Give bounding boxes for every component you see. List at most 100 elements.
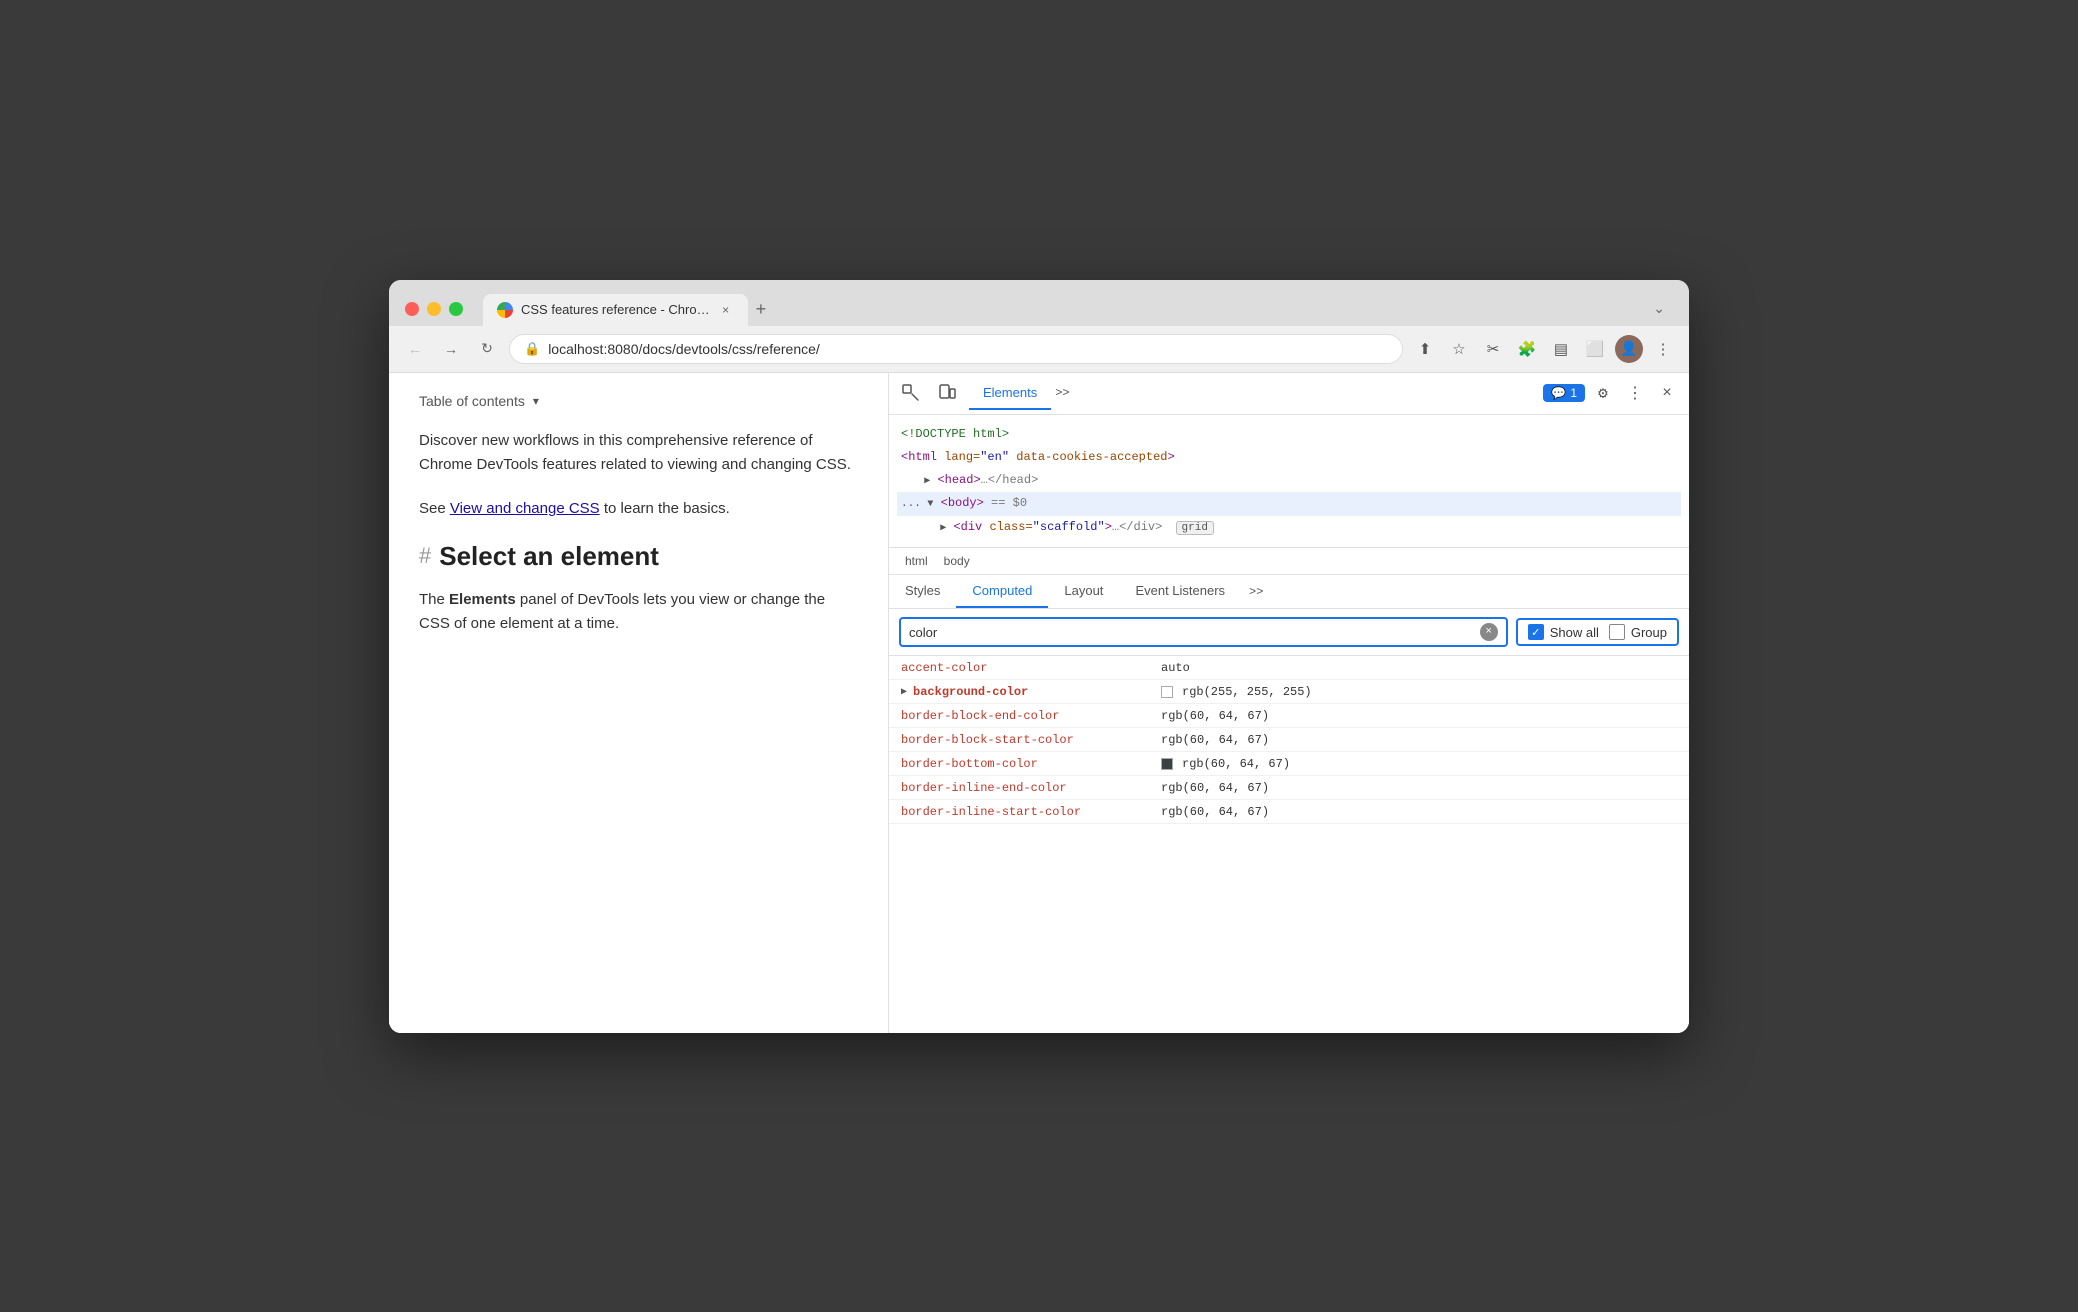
- show-all-checkbox[interactable]: ✓ Show all: [1528, 624, 1599, 640]
- dom-head[interactable]: ▶ <head>…</head>: [897, 469, 1681, 492]
- filter-options: ✓ Show all Group: [1516, 618, 1679, 646]
- doctype-text: <!DOCTYPE html>: [901, 427, 1009, 441]
- computed-panel: Styles Computed Layout Event Listeners >…: [889, 575, 1689, 1032]
- extensions-button[interactable]: 🧩: [1513, 335, 1541, 363]
- section-title: Select an element: [439, 541, 659, 572]
- more-computed-tabs-button[interactable]: >>: [1241, 575, 1271, 608]
- expand-background-color-icon: ▶: [901, 686, 907, 698]
- property-row-border-bottom-color[interactable]: border-bottom-color rgb(60, 64, 67): [889, 752, 1689, 776]
- toc-header[interactable]: Table of contents ▾: [419, 393, 858, 409]
- group-label: Group: [1631, 625, 1667, 640]
- browser-tab-active[interactable]: CSS features reference - Chro… ×: [483, 294, 748, 326]
- tab-title: CSS features reference - Chro…: [521, 302, 710, 317]
- forward-button[interactable]: →: [437, 335, 465, 363]
- chrome-icon: [497, 302, 513, 318]
- console-badge[interactable]: 💬 1: [1543, 384, 1585, 402]
- breadcrumb-html[interactable]: html: [897, 552, 936, 570]
- prop-value-background-color: rgb(255, 255, 255): [1161, 685, 1312, 699]
- group-checkbox[interactable]: Group: [1609, 624, 1667, 640]
- toc-chevron-icon: ▾: [533, 394, 539, 408]
- body-pseudo: ==: [991, 496, 1013, 510]
- elements-tab[interactable]: Elements: [969, 377, 1051, 410]
- profile-avatar[interactable]: 👤: [1615, 335, 1643, 363]
- head-expand-icon: ▶: [924, 476, 930, 487]
- toc-label: Table of contents: [419, 393, 525, 409]
- html-tag: <html: [901, 450, 937, 464]
- body-tag: <body>: [941, 496, 984, 510]
- prop-value-border-inline-start-color: rgb(60, 64, 67): [1161, 805, 1269, 819]
- more-tabs-button[interactable]: >>: [1051, 377, 1073, 410]
- dom-div[interactable]: ▶ <div class="scaffold">…</div> grid: [897, 516, 1681, 540]
- devtools-toolbar: Elements >> 💬 1 ⚙ ⋮ ×: [889, 373, 1689, 415]
- nav-actions: ⬆ ☆ ✂ 🧩 ▤ ⬜ 👤 ⋮: [1411, 335, 1677, 363]
- html-lang-attr: lang=: [944, 450, 980, 464]
- prop-name-accent-color: accent-color: [901, 661, 1161, 675]
- back-button[interactable]: ←: [401, 335, 429, 363]
- lock-icon: 🔒: [524, 341, 540, 357]
- dom-body[interactable]: ... ▼ <body> == $0: [897, 492, 1681, 516]
- reload-button[interactable]: ↻: [473, 335, 501, 363]
- more-options-button[interactable]: ⋮: [1621, 379, 1649, 407]
- devtools-right-actions: 💬 1 ⚙ ⋮ ×: [1543, 379, 1681, 407]
- dom-doctype[interactable]: <!DOCTYPE html>: [897, 423, 1681, 446]
- dom-html[interactable]: <html lang="en" data-cookies-accepted>: [897, 446, 1681, 469]
- show-all-checkbox-icon: ✓: [1528, 624, 1544, 640]
- layout-tab[interactable]: Layout: [1048, 575, 1119, 608]
- prop-name-border-block-end-color: border-block-end-color: [901, 709, 1161, 723]
- menu-button[interactable]: ⋮: [1649, 335, 1677, 363]
- computed-tab[interactable]: Computed: [956, 575, 1048, 608]
- bookmark-button[interactable]: ☆: [1445, 335, 1473, 363]
- property-row-border-block-start-color[interactable]: border-block-start-color rgb(60, 64, 67): [889, 728, 1689, 752]
- address-text: localhost:8080/docs/devtools/css/referen…: [548, 341, 1388, 357]
- filter-clear-button[interactable]: ×: [1480, 623, 1498, 641]
- cut-button[interactable]: ✂: [1479, 335, 1507, 363]
- filter-search-container: ×: [899, 617, 1508, 647]
- color-swatch-white: [1161, 686, 1173, 698]
- device-toggle-button[interactable]: [933, 379, 961, 407]
- group-checkbox-icon: [1609, 624, 1625, 640]
- address-bar[interactable]: 🔒 localhost:8080/docs/devtools/css/refer…: [509, 334, 1403, 364]
- devtools-tabs: Elements >>: [969, 377, 1535, 410]
- browser-window: CSS features reference - Chro… × + ⌄ ← →…: [389, 280, 1689, 1033]
- view-css-link[interactable]: View and change CSS: [450, 500, 600, 517]
- minimize-button[interactable]: [427, 302, 441, 316]
- show-all-label: Show all: [1550, 625, 1599, 640]
- inspect-element-button[interactable]: [897, 379, 925, 407]
- grid-badge[interactable]: grid: [1176, 521, 1214, 535]
- html-data-attr: data-cookies-accepted: [1016, 450, 1167, 464]
- prop-value-border-block-end-color: rgb(60, 64, 67): [1161, 709, 1269, 723]
- toggle-button[interactable]: ⬜: [1581, 335, 1609, 363]
- property-row-background-color[interactable]: ▶ background-color rgb(255, 255, 255): [889, 680, 1689, 704]
- property-row-border-inline-start-color[interactable]: border-inline-start-color rgb(60, 64, 67…: [889, 800, 1689, 824]
- sidebar-button[interactable]: ▤: [1547, 335, 1575, 363]
- event-listeners-tab[interactable]: Event Listeners: [1119, 575, 1241, 608]
- dom-tree: <!DOCTYPE html> <html lang="en" data-coo…: [889, 415, 1689, 549]
- breadcrumb-body[interactable]: body: [936, 552, 978, 570]
- filter-search-input[interactable]: [909, 625, 1480, 640]
- chevron-down-icon[interactable]: ⌄: [1645, 292, 1673, 325]
- div-expand-icon: ▶: [940, 523, 946, 534]
- close-devtools-button[interactable]: ×: [1653, 379, 1681, 407]
- prop-value-border-inline-end-color: rgb(60, 64, 67): [1161, 781, 1269, 795]
- share-button[interactable]: ⬆: [1411, 335, 1439, 363]
- property-row-border-inline-end-color[interactable]: border-inline-end-color rgb(60, 64, 67): [889, 776, 1689, 800]
- tab-close-button[interactable]: ×: [718, 302, 734, 318]
- section-body: The Elements panel of DevTools lets you …: [419, 588, 858, 636]
- prop-name-border-inline-start-color: border-inline-start-color: [901, 805, 1161, 819]
- prop-name-border-bottom-color: border-bottom-color: [901, 757, 1161, 771]
- property-row-accent-color[interactable]: accent-color auto: [889, 656, 1689, 680]
- close-button[interactable]: [405, 302, 419, 316]
- settings-button[interactable]: ⚙: [1589, 379, 1617, 407]
- filter-bar: × ✓ Show all Group: [889, 609, 1689, 656]
- maximize-button[interactable]: [449, 302, 463, 316]
- body-dots: ...: [901, 498, 927, 510]
- property-row-border-block-end-color[interactable]: border-block-end-color rgb(60, 64, 67): [889, 704, 1689, 728]
- head-tag: <head>: [937, 473, 980, 487]
- prop-value-border-bottom-color: rgb(60, 64, 67): [1161, 757, 1290, 771]
- traffic-lights: [405, 302, 463, 316]
- tabs-bar: CSS features reference - Chro… × +: [483, 292, 1633, 326]
- styles-tab[interactable]: Styles: [889, 575, 956, 608]
- new-tab-button[interactable]: +: [748, 292, 775, 326]
- prop-name-border-inline-end-color: border-inline-end-color: [901, 781, 1161, 795]
- section-heading: # Select an element: [419, 541, 858, 572]
